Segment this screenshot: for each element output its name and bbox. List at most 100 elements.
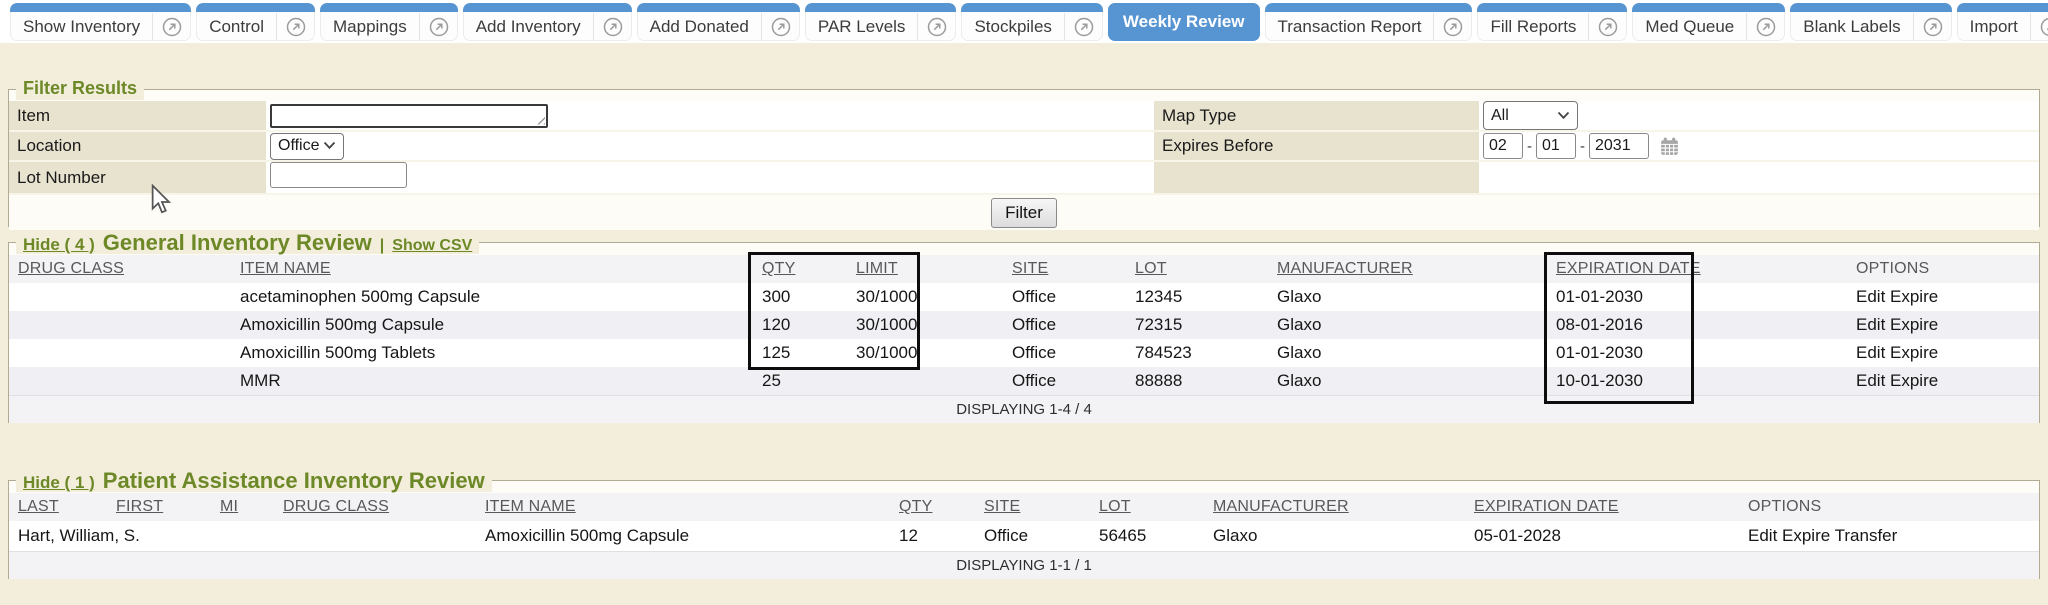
col-limit[interactable]: LIMIT <box>847 255 1003 283</box>
cell-drug-class <box>9 311 231 339</box>
tab-label[interactable]: Import <box>1970 17 2018 37</box>
tab-blank-labels[interactable]: Blank Labels <box>1790 3 1951 41</box>
cell-lot: 88888 <box>1126 367 1268 395</box>
map-type-select[interactable]: All <box>1483 101 1578 130</box>
external-link-icon[interactable] <box>2031 16 2048 38</box>
tab-import[interactable]: Import <box>1957 3 2048 41</box>
general-inventory-section: Hide ( 4 ) General Inventory Review | Sh… <box>8 230 2040 423</box>
col-drug-class[interactable]: DRUG CLASS <box>9 255 231 283</box>
legend-separator: | <box>380 237 384 255</box>
cell-expiration: 01-01-2030 <box>1547 283 1847 311</box>
external-link-icon[interactable] <box>1747 16 1785 38</box>
col-lot[interactable]: LOT <box>1126 255 1268 283</box>
tab-top-bar <box>1265 3 1473 12</box>
item-input[interactable] <box>270 104 548 128</box>
tab-label[interactable]: Med Queue <box>1645 17 1734 37</box>
cell-drug-class <box>9 339 231 367</box>
calendar-icon[interactable] <box>1659 136 1680 157</box>
col-first[interactable]: FIRST <box>107 493 211 521</box>
lot-number-input[interactable] <box>270 162 407 188</box>
col-last[interactable]: LAST <box>9 493 107 521</box>
col-expiration-date[interactable]: EXPIRATION DATE <box>1547 255 1847 283</box>
tab-par-levels[interactable]: PAR Levels <box>805 3 957 41</box>
col-manufacturer[interactable]: MANUFACTURER <box>1268 255 1547 283</box>
col-lot[interactable]: LOT <box>1090 493 1204 521</box>
table-footer-row: DISPLAYING 1-1 / 1 <box>9 551 2039 579</box>
date-separator: - <box>1527 138 1532 155</box>
external-link-icon[interactable] <box>1065 16 1103 38</box>
show-csv-link[interactable]: Show CSV <box>392 237 472 255</box>
tab-stockpiles[interactable]: Stockpiles <box>961 3 1102 41</box>
expires-year-input[interactable]: 2031 <box>1589 133 1649 159</box>
tab-add-inventory[interactable]: Add Inventory <box>463 3 632 41</box>
external-link-icon[interactable] <box>762 16 800 38</box>
hide-general-link[interactable]: Hide ( 4 ) <box>23 235 95 255</box>
expires-before-label: Expires Before <box>1154 131 1479 161</box>
col-qty[interactable]: QTY <box>890 493 975 521</box>
col-mi[interactable]: MI <box>211 493 274 521</box>
tab-top-bar <box>196 3 315 12</box>
external-link-icon[interactable] <box>1589 16 1627 38</box>
tab-top-bar <box>463 3 632 12</box>
hide-patient-link[interactable]: Hide ( 1 ) <box>23 473 95 493</box>
expires-day-input[interactable]: 01 <box>1536 133 1576 159</box>
cell-qty: 25 <box>753 367 847 395</box>
cell-site: Office <box>1003 311 1126 339</box>
tab-label[interactable]: Stockpiles <box>974 17 1051 37</box>
tab-label[interactable]: Fill Reports <box>1490 17 1576 37</box>
tab-weekly-review[interactable]: Weekly Review <box>1108 3 1260 41</box>
location-select[interactable]: Office <box>270 133 344 160</box>
row-options-links[interactable]: Edit Expire <box>1847 367 2039 395</box>
tab-add-donated[interactable]: Add Donated <box>637 3 800 41</box>
col-qty[interactable]: QTY <box>753 255 847 283</box>
external-link-icon[interactable] <box>594 16 632 38</box>
table-row: Amoxicillin 500mg Tablets 125 30/1000 Of… <box>9 339 2039 367</box>
tab-show-inventory[interactable]: Show Inventory <box>10 3 191 41</box>
external-link-icon[interactable] <box>277 16 315 38</box>
row-options-links[interactable]: Edit Expire Transfer <box>1739 521 2039 551</box>
tab-label[interactable]: Show Inventory <box>23 17 140 37</box>
row-options-links[interactable]: Edit Expire <box>1847 283 2039 311</box>
col-item-name[interactable]: ITEM NAME <box>231 255 753 283</box>
tab-label[interactable]: Weekly Review <box>1123 12 1245 32</box>
empty-value-cell <box>1479 161 2039 194</box>
resize-grip-icon[interactable] <box>534 114 545 125</box>
external-link-icon[interactable] <box>420 16 458 38</box>
row-options-links[interactable]: Edit Expire <box>1847 339 2039 367</box>
tab-label[interactable]: Control <box>209 17 264 37</box>
tab-fill-reports[interactable]: Fill Reports <box>1477 3 1627 41</box>
tab-label[interactable]: Transaction Report <box>1278 17 1422 37</box>
tab-label[interactable]: Blank Labels <box>1803 17 1900 37</box>
col-manufacturer[interactable]: MANUFACTURER <box>1204 493 1465 521</box>
col-drug-class[interactable]: DRUG CLASS <box>274 493 476 521</box>
external-link-icon[interactable] <box>153 16 191 38</box>
cell-item-name: MMR <box>231 367 753 395</box>
cell-limit: 30/1000 <box>847 339 1003 367</box>
patient-review-title: Patient Assistance Inventory Review <box>103 468 485 494</box>
item-label: Item <box>9 101 266 131</box>
tab-med-queue[interactable]: Med Queue <box>1632 3 1785 41</box>
table-row: Amoxicillin 500mg Capsule 120 30/1000 Of… <box>9 311 2039 339</box>
cell-manufacturer: Glaxo <box>1268 339 1547 367</box>
filter-button[interactable]: Filter <box>991 198 1057 228</box>
expires-month-input[interactable]: 02 <box>1483 133 1523 159</box>
col-expiration-date[interactable]: EXPIRATION DATE <box>1465 493 1739 521</box>
col-site[interactable]: SITE <box>1003 255 1126 283</box>
tab-label[interactable]: Add Donated <box>650 17 749 37</box>
external-link-icon[interactable] <box>1914 16 1952 38</box>
cell-expiration: 05-01-2028 <box>1465 521 1739 551</box>
row-options-links[interactable]: Edit Expire <box>1847 311 2039 339</box>
external-link-icon[interactable] <box>918 16 956 38</box>
external-link-icon[interactable] <box>1434 16 1472 38</box>
tab-control[interactable]: Control <box>196 3 315 41</box>
cell-drug-class <box>274 521 476 551</box>
tab-label[interactable]: PAR Levels <box>818 17 906 37</box>
col-item-name[interactable]: ITEM NAME <box>476 493 890 521</box>
tab-label[interactable]: Add Inventory <box>476 17 581 37</box>
tab-transaction-report[interactable]: Transaction Report <box>1265 3 1473 41</box>
col-site[interactable]: SITE <box>975 493 1090 521</box>
tab-mappings[interactable]: Mappings <box>320 3 458 41</box>
tab-top-bar <box>805 3 957 12</box>
table-row: acetaminophen 500mg Capsule 300 30/1000 … <box>9 283 2039 311</box>
tab-label[interactable]: Mappings <box>333 17 407 37</box>
